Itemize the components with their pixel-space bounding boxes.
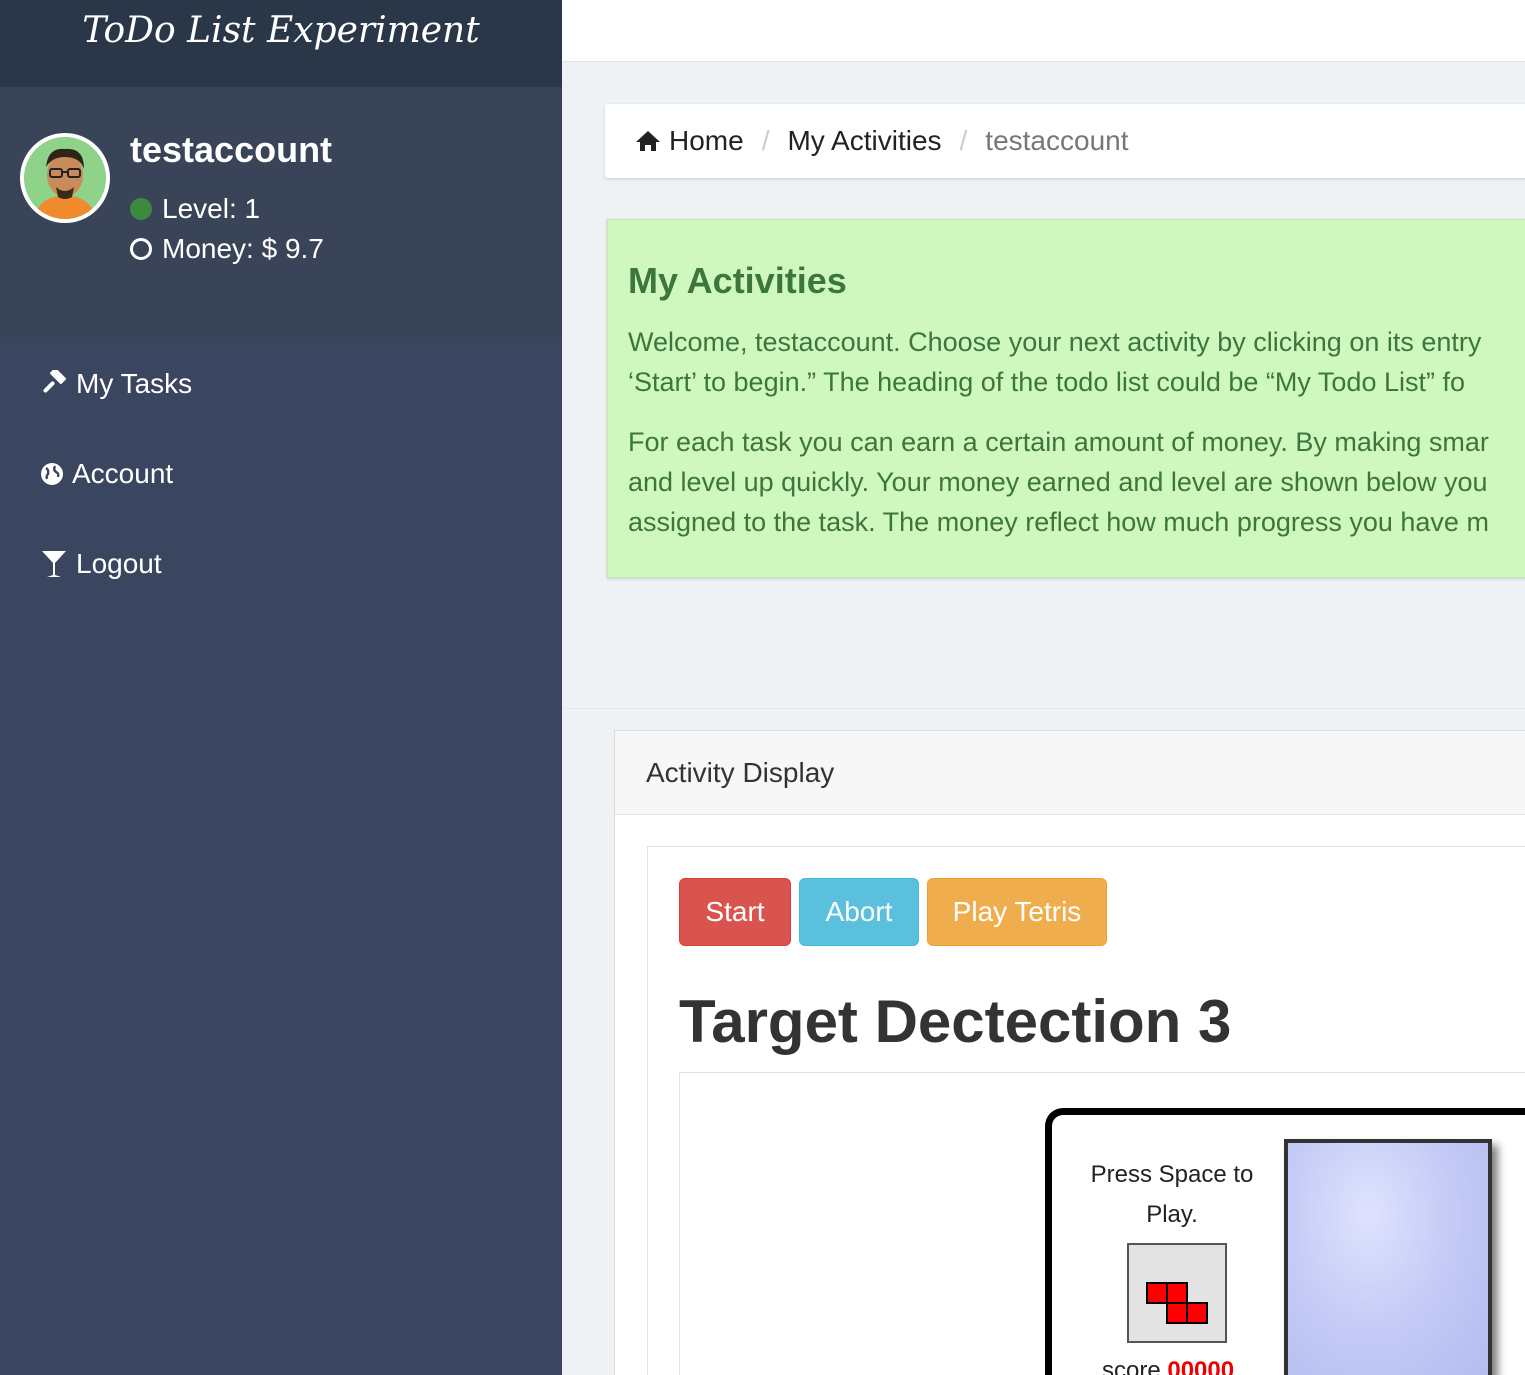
breadcrumb: Home / My Activities / testaccount <box>605 104 1525 178</box>
intro-heading: My Activities <box>628 260 847 301</box>
top-bar <box>562 0 1525 62</box>
sidebar: ToDo List Experiment testaccount Level: … <box>0 0 562 1375</box>
level-status: Level: 1 <box>130 193 260 225</box>
avatar-illustration-icon <box>24 137 106 219</box>
next-piece-preview <box>1127 1243 1227 1343</box>
tetris-board[interactable] <box>1284 1139 1492 1375</box>
intro-alert: My Activities Welcome, testaccount. Choo… <box>607 219 1525 578</box>
tetris-frame[interactable]: Press Space to Play. score 00000 <box>1045 1108 1525 1375</box>
money-status: Money: $ 9.7 <box>130 233 324 265</box>
intro-text-line: and level up quickly. Your money earned … <box>628 467 1488 497</box>
activity-panel: Activity Display Start Abort Play Tetris… <box>614 730 1525 1375</box>
online-dot-icon <box>130 198 152 220</box>
intro-paragraph-1: Welcome, testaccount. Choose your next a… <box>628 322 1525 402</box>
prompt-line: Press Space to <box>1090 1161 1254 1188</box>
sidebar-item-my-tasks[interactable]: My Tasks <box>40 368 192 400</box>
home-icon <box>636 131 660 151</box>
breadcrumb-current: testaccount <box>985 125 1129 156</box>
intro-paragraph-2: For each task you can earn a certain amo… <box>628 422 1525 542</box>
sidebar-item-logout[interactable]: Logout <box>40 548 162 580</box>
tetromino-z-icon <box>1146 1282 1208 1324</box>
press-space-prompt: Press Space to Play. <box>1082 1155 1262 1235</box>
prompt-line: Play. <box>1146 1201 1198 1228</box>
activity-content: Start Abort Play Tetris Target Dectectio… <box>647 846 1525 1375</box>
level-label: Level: 1 <box>162 193 261 224</box>
circle-outline-icon <box>130 238 152 260</box>
breadcrumb-separator: / <box>959 125 968 156</box>
intro-text-line: assigned to the task. The money reflect … <box>628 507 1489 537</box>
gavel-icon <box>43 370 67 393</box>
section-divider <box>562 708 1525 709</box>
play-tetris-button[interactable]: Play Tetris <box>927 878 1107 946</box>
username: testaccount <box>130 129 333 170</box>
task-title: Target Dectection 3 <box>679 988 1232 1055</box>
money-label: Money: $ 9.7 <box>162 233 324 264</box>
breadcrumb-separator: / <box>761 125 770 156</box>
brand-bar: ToDo List Experiment <box>0 0 562 87</box>
start-button[interactable]: Start <box>679 878 791 946</box>
score-label: score <box>1102 1357 1161 1375</box>
cocktail-icon <box>42 551 66 577</box>
breadcrumb-home[interactable]: Home <box>635 125 744 157</box>
breadcrumb-my-activities[interactable]: My Activities <box>787 125 941 157</box>
sidebar-item-label: Logout <box>76 548 162 579</box>
score-value: 00000 <box>1167 1357 1235 1375</box>
intro-text-line: Welcome, testaccount. Choose your next a… <box>628 327 1482 357</box>
globe-icon <box>41 463 63 485</box>
game-area: Press Space to Play. score 00000 <box>679 1072 1525 1375</box>
sidebar-item-label: Account <box>72 458 174 489</box>
sidebar-item-account[interactable]: Account <box>40 458 173 490</box>
app-title[interactable]: ToDo List Experiment <box>0 10 562 51</box>
score-display: score 00000 <box>1102 1357 1234 1375</box>
avatar <box>20 133 110 223</box>
panel-title: Activity Display <box>615 731 1525 815</box>
intro-text-line: ‘Start’ to begin.” The heading of the to… <box>628 367 1465 397</box>
abort-button[interactable]: Abort <box>799 878 919 946</box>
breadcrumb-home-label: Home <box>669 125 744 156</box>
sidebar-item-label: My Tasks <box>76 368 193 399</box>
intro-text-line: For each task you can earn a certain amo… <box>628 427 1489 457</box>
user-profile: testaccount Level: 1 Money: $ 9.7 <box>0 87 562 337</box>
